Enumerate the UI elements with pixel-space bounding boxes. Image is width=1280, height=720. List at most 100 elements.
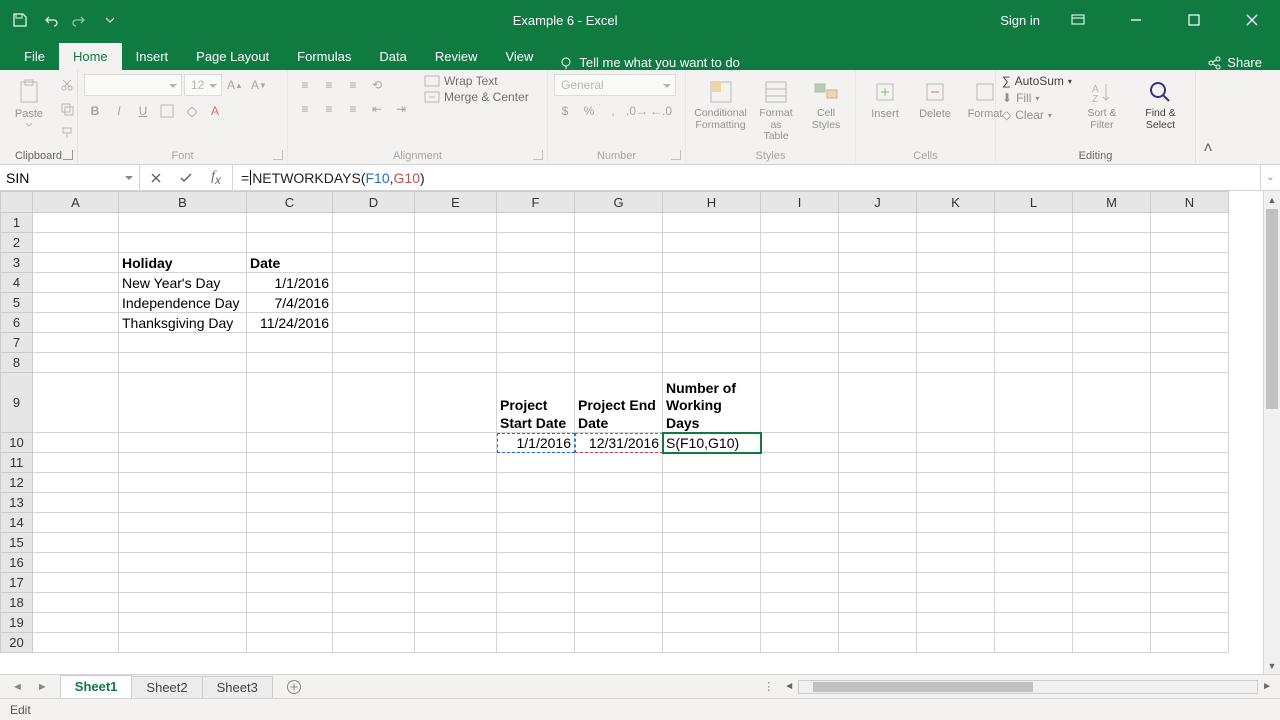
collapse-ribbon-button[interactable]: ˄ bbox=[1196, 70, 1220, 164]
cell-H8[interactable] bbox=[663, 353, 761, 373]
cell-N3[interactable] bbox=[1151, 253, 1229, 273]
cell-M10[interactable] bbox=[1073, 433, 1151, 453]
cell-N4[interactable] bbox=[1151, 273, 1229, 293]
col-header-C[interactable]: C bbox=[247, 192, 333, 213]
cell-E12[interactable] bbox=[415, 473, 497, 493]
cell-A15[interactable] bbox=[33, 533, 119, 553]
font-color-button[interactable]: A bbox=[204, 100, 226, 122]
cell-L6[interactable] bbox=[995, 313, 1073, 333]
cell-L15[interactable] bbox=[995, 533, 1073, 553]
decrease-indent-button[interactable]: ⇤ bbox=[366, 98, 388, 120]
cell-B20[interactable] bbox=[119, 633, 247, 653]
cell-C18[interactable] bbox=[247, 593, 333, 613]
row-header-20[interactable]: 20 bbox=[1, 633, 33, 653]
cell-H11[interactable] bbox=[663, 453, 761, 473]
col-header-N[interactable]: N bbox=[1151, 192, 1229, 213]
cell-A4[interactable] bbox=[33, 273, 119, 293]
cell-K1[interactable] bbox=[917, 213, 995, 233]
cell-E4[interactable] bbox=[415, 273, 497, 293]
row-header-4[interactable]: 4 bbox=[1, 273, 33, 293]
cell-D13[interactable] bbox=[333, 493, 415, 513]
cell-C8[interactable] bbox=[247, 353, 333, 373]
cell-M12[interactable] bbox=[1073, 473, 1151, 493]
increase-decimal-button[interactable]: .0→ bbox=[626, 100, 648, 122]
cell-F10[interactable]: 1/1/2016 bbox=[497, 433, 575, 453]
cell-J18[interactable] bbox=[839, 593, 917, 613]
cell-B9[interactable] bbox=[119, 373, 247, 433]
cell-I10[interactable] bbox=[761, 433, 839, 453]
formula-input[interactable]: =NETWORKDAYS(F10,G10) bbox=[233, 165, 1260, 190]
tab-split-handle[interactable]: ⋮ bbox=[763, 680, 774, 693]
cell-K16[interactable] bbox=[917, 553, 995, 573]
cell-D15[interactable] bbox=[333, 533, 415, 553]
row-header-10[interactable]: 10 bbox=[1, 433, 33, 453]
cell-L3[interactable] bbox=[995, 253, 1073, 273]
cell-A16[interactable] bbox=[33, 553, 119, 573]
merge-center-button[interactable]: Merge & Center bbox=[424, 90, 529, 104]
italic-button[interactable]: I bbox=[108, 100, 130, 122]
cell-E13[interactable] bbox=[415, 493, 497, 513]
percent-format-button[interactable]: % bbox=[578, 100, 600, 122]
cell-M15[interactable] bbox=[1073, 533, 1151, 553]
cell-D4[interactable] bbox=[333, 273, 415, 293]
cell-H4[interactable] bbox=[663, 273, 761, 293]
cell-B13[interactable] bbox=[119, 493, 247, 513]
sheet-tab-1[interactable]: Sheet1 bbox=[60, 675, 133, 698]
ribbon-display-options-icon[interactable] bbox=[1058, 6, 1098, 34]
scroll-down-button[interactable]: ▼ bbox=[1264, 657, 1280, 674]
number-dialog-launcher[interactable] bbox=[671, 150, 681, 160]
cell-D19[interactable] bbox=[333, 613, 415, 633]
cut-button[interactable] bbox=[56, 74, 78, 96]
cell-A20[interactable] bbox=[33, 633, 119, 653]
cell-A13[interactable] bbox=[33, 493, 119, 513]
find-select-button[interactable]: Find & Select bbox=[1132, 74, 1189, 135]
wrap-text-button[interactable]: Wrap Text bbox=[424, 74, 529, 88]
cell-M16[interactable] bbox=[1073, 553, 1151, 573]
cell-N7[interactable] bbox=[1151, 333, 1229, 353]
cell-A11[interactable] bbox=[33, 453, 119, 473]
cell-M4[interactable] bbox=[1073, 273, 1151, 293]
name-box[interactable]: SIN bbox=[0, 165, 140, 190]
cell-C13[interactable] bbox=[247, 493, 333, 513]
share-button[interactable]: Share bbox=[1207, 55, 1262, 70]
cell-F17[interactable] bbox=[497, 573, 575, 593]
cell-N10[interactable] bbox=[1151, 433, 1229, 453]
cell-H20[interactable] bbox=[663, 633, 761, 653]
clear-button[interactable]: ◇Clear ▾ bbox=[1002, 108, 1072, 122]
cell-J11[interactable] bbox=[839, 453, 917, 473]
cell-H15[interactable] bbox=[663, 533, 761, 553]
cell-C10[interactable] bbox=[247, 433, 333, 453]
cell-G19[interactable] bbox=[575, 613, 663, 633]
cell-N17[interactable] bbox=[1151, 573, 1229, 593]
cell-G9[interactable]: Project End Date bbox=[575, 373, 663, 433]
number-format-combo[interactable]: General bbox=[554, 74, 676, 96]
cell-B15[interactable] bbox=[119, 533, 247, 553]
cell-K3[interactable] bbox=[917, 253, 995, 273]
cell-C15[interactable] bbox=[247, 533, 333, 553]
cell-L5[interactable] bbox=[995, 293, 1073, 313]
fill-color-button[interactable] bbox=[180, 100, 202, 122]
cell-I20[interactable] bbox=[761, 633, 839, 653]
cell-B2[interactable] bbox=[119, 233, 247, 253]
close-button[interactable] bbox=[1232, 6, 1272, 34]
cell-J12[interactable] bbox=[839, 473, 917, 493]
cell-C20[interactable] bbox=[247, 633, 333, 653]
cell-M20[interactable] bbox=[1073, 633, 1151, 653]
cell-I11[interactable] bbox=[761, 453, 839, 473]
cell-N5[interactable] bbox=[1151, 293, 1229, 313]
cell-I12[interactable] bbox=[761, 473, 839, 493]
cell-L9[interactable] bbox=[995, 373, 1073, 433]
cell-G3[interactable] bbox=[575, 253, 663, 273]
cell-D9[interactable] bbox=[333, 373, 415, 433]
cell-C11[interactable] bbox=[247, 453, 333, 473]
cell-N8[interactable] bbox=[1151, 353, 1229, 373]
cell-K10[interactable] bbox=[917, 433, 995, 453]
cell-G14[interactable] bbox=[575, 513, 663, 533]
cell-L13[interactable] bbox=[995, 493, 1073, 513]
cell-K2[interactable] bbox=[917, 233, 995, 253]
cell-K6[interactable] bbox=[917, 313, 995, 333]
cell-N6[interactable] bbox=[1151, 313, 1229, 333]
cell-K7[interactable] bbox=[917, 333, 995, 353]
cell-K17[interactable] bbox=[917, 573, 995, 593]
underline-button[interactable]: U bbox=[132, 100, 154, 122]
